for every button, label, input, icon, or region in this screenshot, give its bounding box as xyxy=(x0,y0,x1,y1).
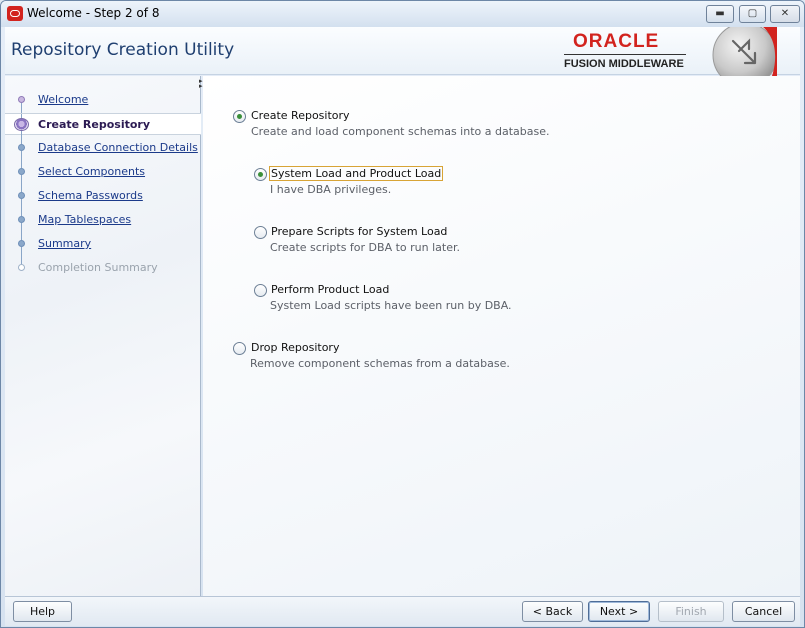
radio-prepare-scripts[interactable] xyxy=(254,226,267,239)
step-connector xyxy=(21,161,22,168)
cancel-button[interactable]: Cancel xyxy=(732,601,795,622)
radio-drop-repository[interactable] xyxy=(233,342,246,355)
drop-repository-label: Drop Repository xyxy=(251,341,340,354)
step-connector xyxy=(21,175,22,185)
step-node-icon xyxy=(18,216,25,223)
step-item[interactable]: Summary xyxy=(5,233,201,257)
step-label: Database Connection Details xyxy=(38,141,198,154)
step-item[interactable]: Database Connection Details xyxy=(5,137,201,161)
header-banner: Repository Creation Utility ORACLE FUSIO… xyxy=(5,27,800,79)
close-button[interactable]: ✕ xyxy=(770,5,800,23)
maximize-icon: ▢ xyxy=(747,8,758,19)
step-node-icon xyxy=(18,168,25,175)
next-button[interactable]: Next > xyxy=(588,601,650,622)
button-bar: Help < Back Next > Finish Cancel xyxy=(5,596,800,626)
system-product-load-label: System Load and Product Load xyxy=(269,166,444,181)
back-button[interactable]: < Back xyxy=(522,601,583,622)
step-connector xyxy=(21,185,22,192)
installer-window: Welcome - Step 2 of 8 ▬ ▢ ✕ Repository C… xyxy=(0,0,805,628)
prepare-scripts-desc: Create scripts for DBA to run later. xyxy=(270,241,460,254)
window-title: Welcome - Step 2 of 8 xyxy=(27,6,160,20)
step-label: Select Components xyxy=(38,165,146,178)
step-node-icon xyxy=(18,96,25,103)
logo-divider xyxy=(564,54,686,55)
minimize-button[interactable]: ▬ xyxy=(706,5,734,23)
step-label: Create Repository xyxy=(38,118,151,131)
perform-product-load-label: Perform Product Load xyxy=(271,283,390,296)
step-label: Welcome xyxy=(38,93,89,106)
oracle-logo: ORACLE FUSION MIDDLEWARE xyxy=(558,27,694,75)
step-node-icon xyxy=(18,144,25,151)
close-icon: ✕ xyxy=(780,8,790,19)
step-connector xyxy=(21,199,22,209)
radio-create-repository[interactable] xyxy=(233,110,246,123)
oracle-app-icon xyxy=(7,6,23,21)
create-repository-panel: Create Repository Create and load compon… xyxy=(203,76,800,596)
page-title: Repository Creation Utility xyxy=(11,40,235,60)
step-connector xyxy=(21,247,22,257)
help-button[interactable]: Help xyxy=(13,601,72,622)
step-item[interactable]: Map Tablespaces xyxy=(5,209,201,233)
finish-button: Finish xyxy=(658,601,724,622)
step-connector xyxy=(21,103,22,113)
step-connector xyxy=(21,257,22,264)
drop-repository-desc: Remove component schemas from a database… xyxy=(250,357,510,370)
step-connector xyxy=(21,137,22,144)
step-item[interactable]: Create Repository xyxy=(5,113,201,138)
step-node-icon xyxy=(18,192,25,199)
fusion-emblem-icon xyxy=(712,27,777,79)
step-label: Schema Passwords xyxy=(38,189,143,202)
step-label: Map Tablespaces xyxy=(38,213,132,226)
step-item[interactable]: Schema Passwords xyxy=(5,185,201,209)
step-node-icon xyxy=(18,264,25,271)
logo-fusion-text: FUSION MIDDLEWARE xyxy=(564,58,684,70)
system-product-load-desc: I have DBA privileges. xyxy=(270,183,392,196)
step-connector xyxy=(21,233,22,240)
step-item[interactable]: Select Components xyxy=(5,161,201,185)
logo-oracle-text: ORACLE xyxy=(573,31,660,52)
step-connector xyxy=(21,223,22,233)
create-repository-label: Create Repository xyxy=(251,109,350,122)
step-item: Completion Summary xyxy=(5,257,201,279)
step-node-icon xyxy=(18,240,25,247)
prepare-scripts-label: Prepare Scripts for System Load xyxy=(271,225,448,238)
step-item[interactable]: Welcome xyxy=(5,89,201,113)
radio-system-and-product-load[interactable] xyxy=(254,168,267,181)
title-bar[interactable]: Welcome - Step 2 of 8 ▬ ▢ ✕ xyxy=(1,1,804,27)
step-node-icon xyxy=(14,118,29,131)
maximize-button[interactable]: ▢ xyxy=(739,5,766,23)
step-label: Summary xyxy=(38,237,92,250)
step-label: Completion Summary xyxy=(38,261,158,274)
step-connector xyxy=(21,209,22,216)
create-repository-desc: Create and load component schemas into a… xyxy=(251,125,550,138)
perform-product-load-desc: System Load scripts have been run by DBA… xyxy=(270,299,512,312)
step-connector xyxy=(21,151,22,161)
radio-perform-product-load[interactable] xyxy=(254,284,267,297)
minimize-icon: ▬ xyxy=(715,8,725,19)
steps-navigation: Welcome Create Repository Database Connect… xyxy=(5,76,201,596)
